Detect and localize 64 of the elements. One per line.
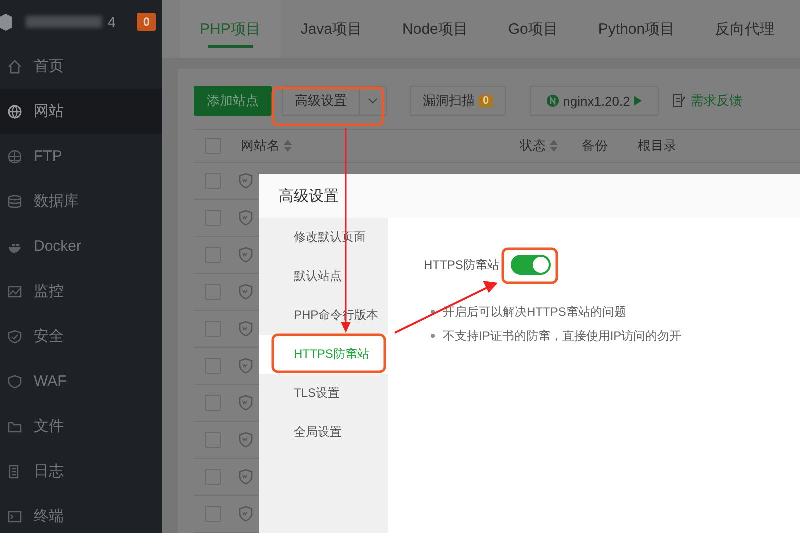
column-header[interactable]: 根目录	[638, 137, 677, 155]
setting-label: HTTPS防窜站	[424, 256, 500, 274]
toggle-switch[interactable]	[511, 255, 552, 275]
database-icon	[8, 194, 22, 208]
sidebar-item[interactable]: 文件	[0, 404, 162, 449]
shield-icon	[239, 321, 253, 337]
shield-icon	[239, 173, 253, 189]
sidebar-item[interactable]: 网站	[0, 89, 162, 134]
bullet	[431, 310, 435, 314]
sidebar-item[interactable]: 监控	[0, 269, 162, 314]
dialog-title: 高级设置	[259, 174, 800, 218]
globe-icon	[8, 150, 22, 164]
sidebar-item[interactable]: 数据库	[0, 179, 162, 224]
shield-icon	[239, 358, 253, 374]
shield-icon	[239, 506, 253, 522]
tab[interactable]: PHP项目	[180, 0, 281, 58]
home-icon	[8, 60, 22, 74]
count-badge: 0	[479, 95, 494, 107]
nginx-button[interactable]: nginx1.20.2	[530, 86, 660, 116]
globe-icon	[8, 104, 22, 118]
shield-icon	[239, 210, 253, 226]
note-icon	[673, 94, 686, 108]
chevron-down-icon	[368, 98, 378, 104]
sidebar-item[interactable]: 终端	[0, 494, 162, 533]
shield-icon	[239, 247, 253, 263]
shield-icon	[239, 469, 253, 485]
bullet	[431, 334, 435, 338]
tab[interactable]: Python项目	[578, 0, 696, 58]
play-icon	[634, 96, 642, 106]
feedback-link[interactable]: 需求反馈	[673, 92, 742, 110]
shield-icon	[239, 284, 253, 300]
tab[interactable]: Node项目	[382, 0, 488, 58]
shield-icon	[8, 330, 22, 344]
highlight-frame	[502, 248, 558, 284]
tab[interactable]: 反向代理	[695, 0, 796, 58]
sidebar-item[interactable]: 日志	[0, 449, 162, 494]
note-text: 不支持IP证书的防窜，直接使用IP访问的勿开	[443, 328, 682, 344]
nav-item[interactable]: 默认站点	[259, 257, 388, 296]
shield-icon	[239, 432, 253, 448]
sidebar-item[interactable]: WAF	[0, 359, 162, 404]
username: 4	[108, 14, 117, 30]
advanced-settings-button[interactable]: 高级设置	[282, 86, 360, 116]
shield-icon	[239, 395, 253, 411]
tab[interactable]: Java项目	[280, 0, 383, 58]
chart-icon	[8, 284, 22, 298]
add-site-button[interactable]: 添加站点	[194, 86, 272, 116]
sidebar-item[interactable]: 安全	[0, 314, 162, 359]
nav-item[interactable]: 全局设置	[259, 413, 388, 452]
nav-item[interactable]: TLS设置	[259, 374, 388, 413]
notification-badge[interactable]: 0	[137, 13, 156, 31]
scan-button[interactable]: 漏洞扫描 0	[410, 86, 506, 116]
terminal-icon	[8, 510, 22, 524]
cube-icon	[0, 13, 12, 31]
column-header[interactable]: 备份	[582, 137, 608, 155]
tab[interactable]: Go项目	[488, 0, 578, 58]
column-header[interactable]: 网站名	[241, 137, 280, 155]
column-header[interactable]: 状态	[520, 137, 546, 155]
sidebar-item[interactable]: 首页	[0, 44, 162, 89]
shield-icon	[8, 374, 22, 388]
sidebar-item[interactable]: FTP	[0, 134, 162, 179]
sidebar-item[interactable]: Docker	[0, 224, 162, 269]
sort-icon	[284, 140, 292, 152]
folder-icon	[8, 420, 22, 434]
sort-icon	[550, 140, 558, 152]
